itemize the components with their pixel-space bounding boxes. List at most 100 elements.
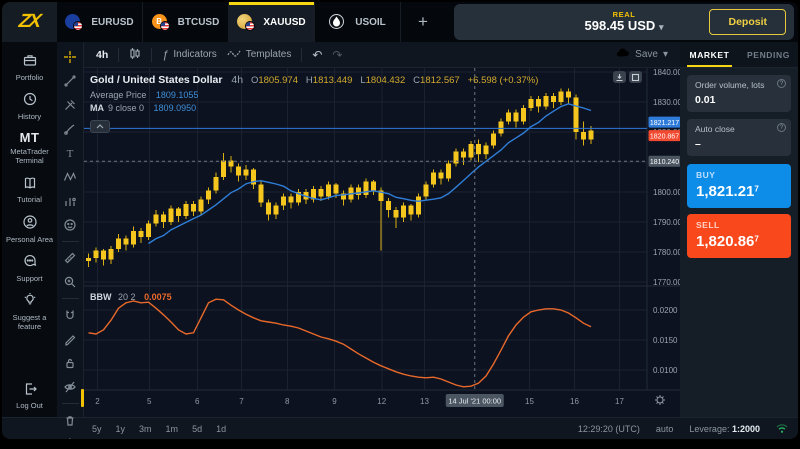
sidebar-item-history[interactable]: History: [4, 91, 55, 121]
templates-button[interactable]: Templates: [227, 48, 292, 61]
tab-market[interactable]: MARKET: [680, 42, 739, 67]
svg-text:5: 5: [147, 397, 152, 406]
sidebar-item-label: Support: [16, 275, 42, 284]
sidebar-item-portfolio[interactable]: Portfolio: [4, 52, 55, 82]
chat-bubble-icon: [22, 253, 38, 272]
symbol-tab-usoil[interactable]: USOIL: [315, 2, 401, 42]
emoji-tool-icon[interactable]: [62, 217, 78, 233]
indicators-button[interactable]: ƒ Indicators: [162, 49, 216, 61]
range-1y[interactable]: 1y: [116, 424, 126, 434]
usoil-drop-icon: [329, 14, 349, 31]
legend-symbol: Gold / United States Dollar: [90, 74, 222, 86]
avg-price-value: 1809.1055: [156, 90, 199, 100]
timezone-mode[interactable]: auto: [656, 424, 674, 434]
candles-style-icon: [129, 47, 141, 63]
magnet-tool-icon[interactable]: [62, 307, 78, 323]
sidebar-item-label: Portfolio: [16, 74, 44, 83]
svg-text:T: T: [67, 148, 74, 160]
symbol-tab-label: BTCUSD: [178, 17, 220, 28]
clock[interactable]: 12:29:20 (UTC): [578, 424, 640, 434]
order-volume-field[interactable]: Order volume, lots 0.01 ?: [687, 75, 791, 112]
legend-close: 1812.567: [420, 75, 460, 86]
svg-text:1821.217: 1821.217: [650, 120, 679, 127]
svg-text:13: 13: [420, 397, 429, 406]
deposit-button[interactable]: Deposit: [709, 9, 786, 35]
sidebar-item-personal-area[interactable]: Personal Area: [4, 214, 55, 244]
trend-line-tool-icon[interactable]: [62, 73, 78, 89]
account-selector[interactable]: REAL 598.45 USD ▾: [585, 11, 664, 33]
bbw-line: [89, 299, 592, 387]
svg-text:1800.000: 1800.000: [653, 188, 680, 197]
hide-drawings-icon[interactable]: [62, 379, 78, 395]
remove-drawings-icon[interactable]: [62, 412, 78, 428]
svg-text:6: 6: [195, 397, 200, 406]
crosshair-tool-icon[interactable]: [62, 49, 78, 65]
symbol-tab-xauusd[interactable]: XAUUSD: [229, 2, 315, 42]
undo-button[interactable]: ↶: [312, 48, 322, 62]
add-symbol-tab-button[interactable]: +: [401, 2, 445, 42]
legend-high: 1813.449: [313, 75, 353, 86]
axis-settings-gear-icon[interactable]: [655, 395, 665, 405]
range-5y[interactable]: 5y: [92, 424, 102, 434]
svg-text:17: 17: [615, 397, 624, 406]
buy-price: 1,821.21: [696, 183, 754, 200]
legend-low: 1804.432: [366, 75, 406, 86]
sidebar-item-tutorial[interactable]: Tutorial: [4, 175, 55, 205]
order-volume-value[interactable]: 0.01: [695, 94, 783, 106]
sidebar-item-support[interactable]: Support: [4, 253, 55, 283]
pattern-tool-icon[interactable]: [62, 169, 78, 185]
redo-button[interactable]: ↷: [332, 48, 342, 62]
timeframe-selector[interactable]: 4h: [96, 49, 108, 61]
range-3m[interactable]: 3m: [139, 424, 152, 434]
sidebar-nav: Portfolio History MT MetaTrader Terminal…: [2, 42, 57, 417]
help-icon[interactable]: ?: [777, 123, 786, 132]
text-tool-icon[interactable]: T: [62, 145, 78, 161]
leverage-value: 1:2000: [732, 424, 760, 434]
briefcase-icon: [22, 52, 38, 71]
drawing-mode-icon[interactable]: [62, 331, 78, 347]
brand-logo-icon: ZX: [18, 11, 41, 33]
auto-close-label: Auto close: [695, 124, 783, 134]
svg-text:1810.240: 1810.240: [650, 159, 679, 166]
symbol-tab-eurusd[interactable]: EURUSD: [57, 2, 143, 42]
account-strip: REAL 598.45 USD ▾ Deposit: [454, 4, 794, 40]
sidebar-item-logout[interactable]: Log Out: [4, 381, 55, 411]
range-1m[interactable]: 1m: [166, 424, 179, 434]
zoom-in-tool-icon[interactable]: [62, 274, 78, 290]
svg-text:9: 9: [332, 397, 337, 406]
chart-fullscreen-button[interactable]: [629, 71, 642, 83]
chart-snapshot-button[interactable]: [613, 71, 626, 83]
svg-text:7: 7: [239, 397, 244, 406]
svg-text:15: 15: [525, 397, 534, 406]
object-tree-icon[interactable]: [62, 436, 78, 439]
save-layout-button[interactable]: Save ▾: [616, 48, 668, 61]
sidebar-item-suggest-feature[interactable]: Suggest a feature: [4, 292, 55, 331]
sidebar-item-metatrader[interactable]: MT MetaTrader Terminal: [4, 131, 55, 166]
tab-pending[interactable]: PENDING: [739, 42, 798, 67]
svg-text:14 Jul '21 00:00: 14 Jul '21 00:00: [448, 397, 501, 406]
ruler-tool-icon[interactable]: [62, 250, 78, 266]
svg-text:1840.000: 1840.000: [653, 68, 680, 77]
help-icon[interactable]: ?: [777, 79, 786, 88]
svg-text:0.0100: 0.0100: [653, 366, 678, 375]
sell-button[interactable]: SELL 1,820.867: [687, 214, 791, 258]
forecast-tool-icon[interactable]: [62, 193, 78, 209]
drawing-toolbar: T: [57, 42, 84, 417]
price-axis-labels: 1840.0001830.0001820.0001810.0001800.000…: [653, 68, 680, 375]
brand-logo[interactable]: ZX: [2, 2, 57, 42]
chart-style-selector[interactable]: [129, 47, 141, 63]
sidebar-item-label: History: [18, 113, 41, 122]
auto-close-field[interactable]: Auto close – ?: [687, 119, 791, 156]
range-1d[interactable]: 1d: [216, 424, 226, 434]
symbol-tab-btcusd[interactable]: B BTCUSD: [143, 2, 229, 42]
buy-button[interactable]: BUY 1,821.217: [687, 164, 791, 208]
auto-close-value[interactable]: –: [695, 138, 783, 150]
order-panel: MARKET PENDING Order volume, lots 0.01 ?…: [680, 42, 798, 417]
main-row: Portfolio History MT MetaTrader Terminal…: [2, 42, 798, 417]
brush-tool-icon[interactable]: [62, 121, 78, 137]
price-badge: 1820.867: [649, 130, 681, 141]
lock-drawings-icon[interactable]: [62, 355, 78, 371]
range-5d[interactable]: 5d: [192, 424, 202, 434]
legend-collapse-button[interactable]: [90, 120, 110, 133]
pitchfork-tool-icon[interactable]: [62, 97, 78, 113]
